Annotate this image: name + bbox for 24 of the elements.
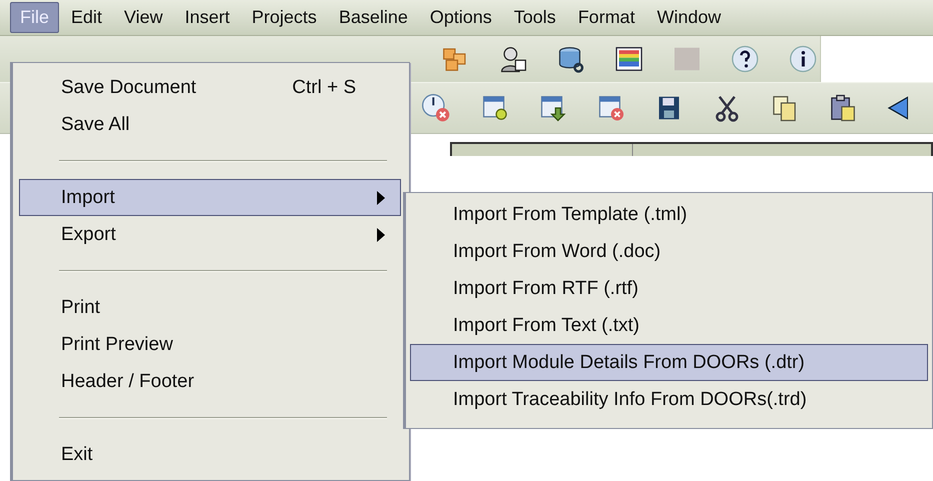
menu-bar-item[interactable]: Insert [174, 2, 240, 33]
submenu-item[interactable]: Import From Template (.tml) [410, 196, 928, 233]
menu-bar-item[interactable]: View [114, 2, 173, 33]
submenu-item[interactable]: Import From RTF (.rtf) [410, 270, 928, 307]
submenu-item[interactable]: Import From Word (.doc) [410, 233, 928, 270]
menu-bar-item[interactable]: Window [646, 2, 731, 33]
menu-item[interactable]: Print Preview [19, 326, 401, 363]
menu-item[interactable]: Header / Footer [19, 363, 401, 400]
menu-item[interactable]: Export [19, 216, 401, 253]
menu-item[interactable]: Print [19, 289, 401, 326]
submenu-item[interactable]: Import Traceability Info From DOORs(.trd) [410, 381, 928, 418]
menu-bar-item[interactable]: Format [568, 2, 645, 33]
menu-bar-item[interactable]: Options [420, 2, 502, 33]
menu-bar-item[interactable]: Edit [61, 2, 112, 33]
menu-bar-item[interactable]: Projects [242, 2, 327, 33]
menu-bar-item[interactable]: Baseline [328, 2, 418, 33]
shortcut-label: Ctrl + S [292, 76, 356, 98]
menu-item[interactable]: Save All [19, 106, 401, 143]
menu-item[interactable]: Exit [19, 436, 401, 473]
menu-item[interactable]: Import [19, 179, 401, 216]
menu-item[interactable]: Save Document Ctrl + S [19, 69, 401, 106]
menu-bar-item[interactable]: Tools [504, 2, 566, 33]
submenu-item[interactable]: Import From Text (.txt) [410, 307, 928, 344]
submenu-item[interactable]: Import Module Details From DOORs (.dtr) [410, 344, 928, 381]
